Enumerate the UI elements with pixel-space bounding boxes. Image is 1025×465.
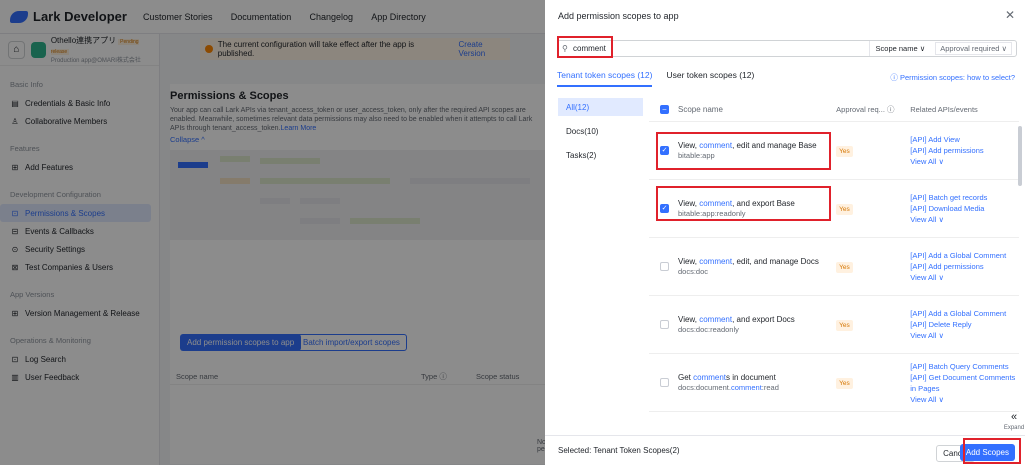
search-input[interactable]: comment	[573, 44, 869, 53]
add-scopes-dialog: Add permission scopes to app ✕ ⚲ comment…	[545, 0, 1025, 465]
scope-name: Get comments in document docs:document.co…	[678, 373, 836, 393]
approval-yes-badge: Yes	[836, 378, 853, 389]
scope-row: View, comment, and export Docs docs:doc:r…	[649, 296, 1019, 354]
scope-checkbox[interactable]	[660, 378, 669, 387]
approval-yes-badge: Yes	[836, 204, 853, 215]
related-apis: [API] Batch get records [API] Download Me…	[910, 192, 1019, 225]
related-api-link[interactable]: [API] Add permissions	[910, 145, 1019, 156]
selected-count: Selected: Tenant Token Scopes(2)	[558, 446, 680, 455]
dialog-title: Add permission scopes to app	[558, 11, 679, 21]
approval-required-filter[interactable]: Approval required ∨	[935, 42, 1012, 55]
header-scope-name: Scope name	[678, 104, 723, 114]
related-api-link[interactable]: [API] Batch Query Comments	[910, 361, 1019, 372]
header-related-apis: Related APIs/events	[910, 105, 978, 114]
category-list: All(12) Docs(10) Tasks(2)	[558, 98, 643, 170]
related-api-link[interactable]: View All ∨	[910, 214, 1019, 225]
related-api-link[interactable]: [API] Add View	[910, 134, 1019, 145]
approval-cell: Yes	[836, 262, 910, 273]
header-approval: Approval req... ⓘ	[836, 105, 895, 114]
related-apis: [API] Batch Query Comments [API] Get Docu…	[910, 361, 1019, 405]
scope-code: docs:doc:readonly	[678, 324, 739, 334]
highlight-box	[656, 186, 831, 221]
related-api-link[interactable]: [API] Add permissions	[910, 261, 1019, 272]
tab-user-token-scopes[interactable]: User token scopes (12)	[666, 70, 754, 87]
related-api-link[interactable]: View All ∨	[910, 330, 1019, 341]
related-api-link[interactable]: [API] Add a Global Comment	[910, 308, 1019, 319]
select-all-checkbox[interactable]: –	[660, 105, 669, 114]
highlight-box	[656, 132, 831, 170]
approval-cell: Yes	[836, 378, 910, 389]
related-apis: [API] Add View [API] Add permissions View …	[910, 134, 1019, 167]
category-all[interactable]: All(12)	[558, 98, 643, 116]
approval-yes-badge: Yes	[836, 146, 853, 157]
scope-name: View, comment, edit, and manage Docs docs…	[678, 257, 836, 277]
scope-checkbox[interactable]	[660, 262, 669, 271]
approval-yes-badge: Yes	[836, 320, 853, 331]
scopes-list-header: – Scope name Approval req... ⓘ Related A…	[649, 98, 1019, 122]
highlight-box	[963, 438, 1021, 464]
scope-name: View, comment, and export Docs docs:doc:r…	[678, 315, 836, 335]
scope-row: Get comments in document docs:document.co…	[649, 354, 1019, 412]
category-tasks[interactable]: Tasks(2)	[558, 146, 643, 164]
scrollbar[interactable]	[1018, 126, 1022, 186]
approval-cell: Yes	[836, 204, 910, 215]
related-apis: [API] Add a Global Comment [API] Delete R…	[910, 308, 1019, 341]
close-icon[interactable]: ✕	[1005, 8, 1015, 22]
related-api-link[interactable]: View All ∨	[910, 394, 1019, 405]
related-apis: [API] Add a Global Comment [API] Add perm…	[910, 250, 1019, 283]
scope-code: docs:document.comment:read	[678, 382, 779, 392]
scope-search-bar: ⚲ comment Scope name ∨ Approval required…	[557, 40, 1017, 57]
related-api-link[interactable]: [API] Download Media	[910, 203, 1019, 214]
scope-help-link[interactable]: ⓘ Permission scopes: how to select?	[890, 72, 1015, 83]
scope-row: View, comment, edit, and manage Docs docs…	[649, 238, 1019, 296]
modal-overlay[interactable]	[0, 0, 545, 465]
tab-tenant-token-scopes[interactable]: Tenant token scopes (12)	[557, 70, 653, 87]
approval-yes-badge: Yes	[836, 262, 853, 273]
dialog-footer: Selected: Tenant Token Scopes(2) Cancel …	[545, 435, 1025, 465]
related-api-link[interactable]: [API] Batch get records	[910, 192, 1019, 203]
double-chevron-left-icon: «	[1010, 411, 1018, 423]
approval-cell: Yes	[836, 320, 910, 331]
approval-cell: Yes	[836, 146, 910, 157]
category-docs[interactable]: Docs(10)	[558, 122, 643, 140]
scope-checkbox[interactable]	[660, 320, 669, 329]
scope-code: docs:doc	[678, 266, 709, 276]
related-api-link[interactable]: [API] Delete Reply	[910, 319, 1019, 330]
highlight-box	[557, 36, 613, 58]
scope-name-filter[interactable]: Scope name ∨	[868, 41, 932, 56]
related-api-link[interactable]: View All ∨	[910, 156, 1019, 167]
related-api-link[interactable]: View All ∨	[910, 272, 1019, 283]
expand-button[interactable]: «Expand	[1003, 412, 1025, 436]
related-api-link[interactable]: [API] Add a Global Comment	[910, 250, 1019, 261]
related-api-link[interactable]: [API] Get Document Comments in Pages	[910, 372, 1019, 394]
